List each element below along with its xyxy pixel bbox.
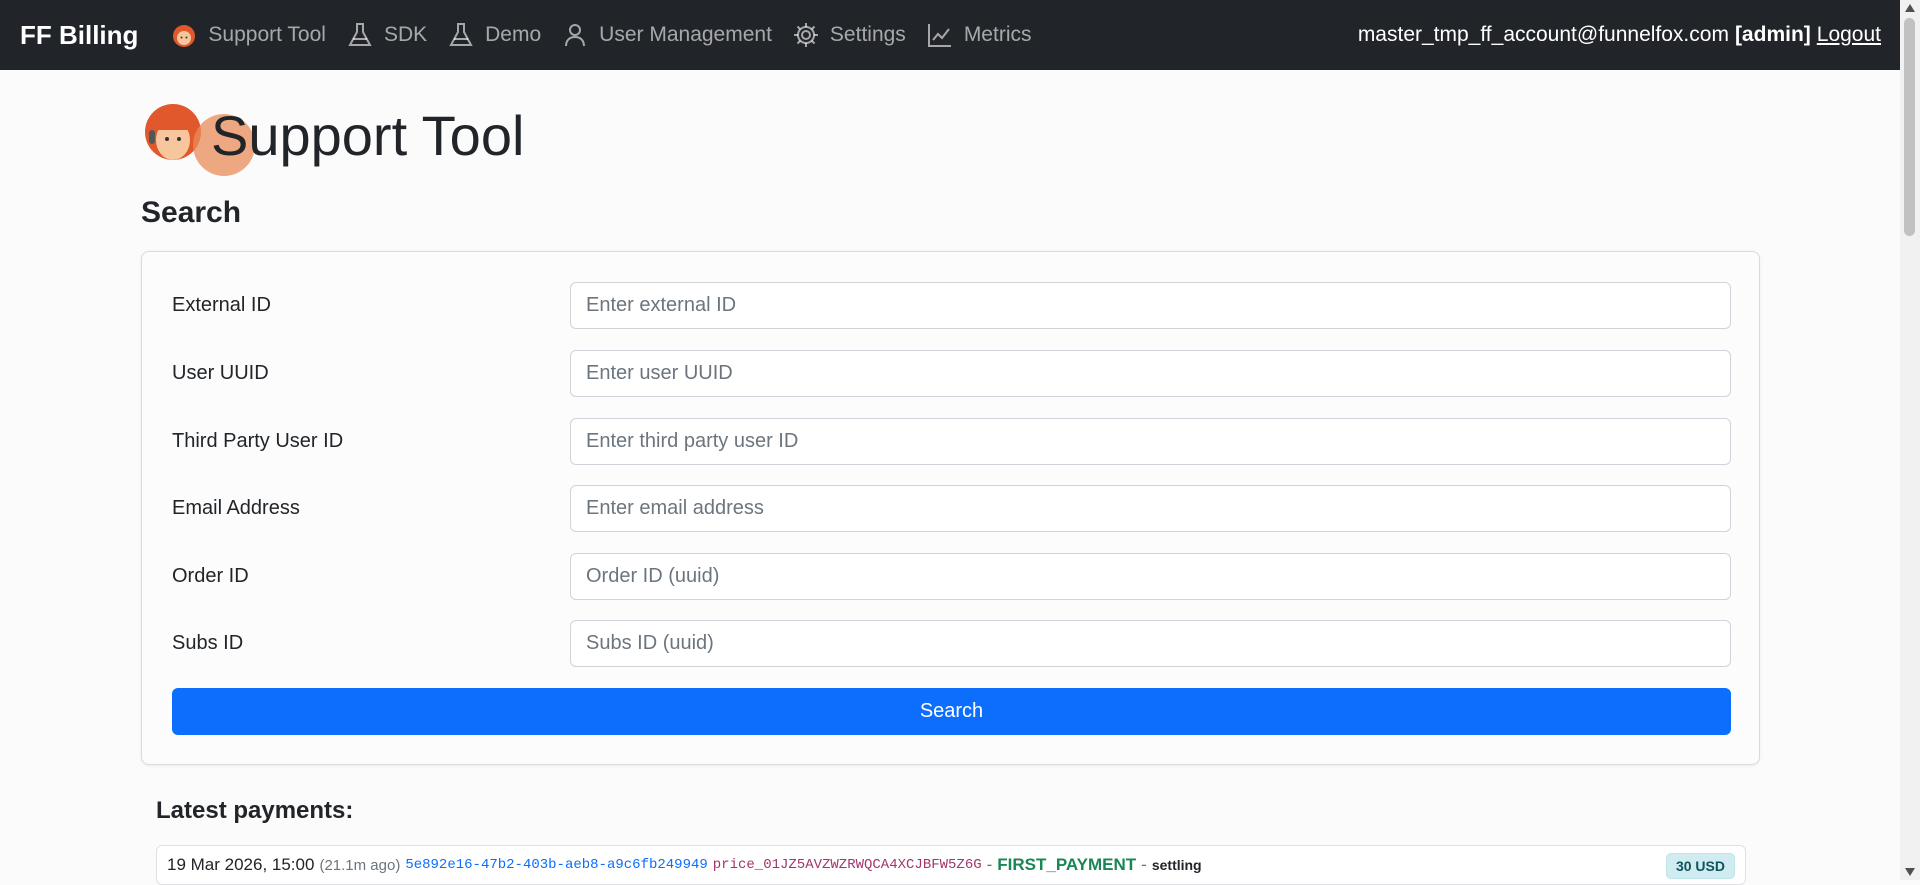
payment-id-link[interactable]: 5e892e16-47b2-403b-aeb8-a9c6fb249949: [405, 857, 707, 873]
payment-type: FIRST_PAYMENT: [997, 855, 1137, 874]
payment-separator: -: [986, 855, 993, 874]
logout-link[interactable]: Logout: [1817, 23, 1881, 47]
user-role: [admin]: [1734, 23, 1811, 46]
user-info: master_tmp_ff_account@funnelfox.com [adm…: [1358, 0, 1881, 70]
payment-list-item[interactable]: 19 Mar 2026, 15:00 (21.1m ago) 5e892e16-…: [156, 845, 1746, 885]
email-address-label: Email Address: [172, 497, 300, 519]
nav-item-metrics[interactable]: Metrics: [926, 21, 1032, 49]
brand-link[interactable]: FF Billing: [20, 20, 138, 51]
top-navbar: FF Billing Support Tool SDK Demo User Ma…: [0, 0, 1900, 70]
nav-item-label: User Management: [599, 23, 772, 46]
order-id-row: Order ID: [172, 553, 1731, 601]
nav-item-support-tool[interactable]: Support Tool: [170, 21, 326, 49]
search-section-title: Search: [141, 196, 242, 229]
email-address-input[interactable]: [570, 485, 1731, 532]
payment-separator: -: [1141, 855, 1147, 874]
gear-icon: [793, 23, 818, 47]
nav-item-label: Demo: [485, 23, 542, 46]
nav-item-label: Settings: [829, 23, 906, 46]
subs-id-label: Subs ID: [172, 632, 244, 654]
subs-id-row: Subs ID: [172, 620, 1731, 668]
external-id-row: External ID: [172, 282, 1731, 330]
support-agent-icon: [173, 25, 196, 47]
scroll-up-arrow-icon[interactable]: [1905, 4, 1915, 12]
user-uuid-input[interactable]: [570, 350, 1731, 397]
support-agent-icon: [141, 100, 255, 176]
nav-item-settings[interactable]: Settings: [792, 21, 906, 49]
user-email: master_tmp_ff_account@funnelfox.com: [1357, 23, 1729, 46]
person-icon: [565, 24, 586, 47]
nav-item-sdk[interactable]: SDK: [346, 21, 427, 49]
payment-ago: (21.1m ago): [319, 856, 401, 874]
payment-price-id: price_01JZ5AVZWZRWQCA4XCJBFW5Z6G: [712, 857, 982, 873]
third-party-user-id-label: Third Party User ID: [172, 430, 344, 452]
page-scrollbar[interactable]: [1900, 0, 1920, 880]
page-title: Support Tool: [211, 103, 525, 167]
user-uuid-label: User UUID: [172, 362, 269, 384]
search-card: External ID User UUID Third Party User I…: [141, 251, 1760, 765]
scroll-thumb[interactable]: [1904, 18, 1915, 236]
page-header: Support Tool: [141, 100, 525, 176]
nav-item-label: Metrics: [963, 23, 1032, 46]
email-address-row: Email Address: [172, 485, 1731, 533]
search-button[interactable]: Search: [172, 688, 1731, 735]
scroll-down-arrow-icon[interactable]: [1905, 868, 1915, 876]
order-id-label: Order ID: [172, 565, 249, 587]
nav-item-label: Support Tool: [208, 23, 326, 46]
latest-payments-title: Latest payments:: [156, 797, 354, 824]
chart-line-icon: [927, 24, 951, 47]
nav-item-user-management[interactable]: User Management: [561, 21, 772, 49]
external-id-input[interactable]: [570, 282, 1731, 329]
subs-id-input[interactable]: [570, 620, 1731, 667]
external-id-label: External ID: [172, 294, 271, 316]
flask-icon: [348, 23, 372, 46]
payment-status: settling: [1151, 857, 1202, 873]
order-id-input[interactable]: [570, 553, 1731, 600]
nav-item-label: SDK: [383, 23, 428, 46]
payment-date: 19 Mar 2026, 15:00: [167, 855, 315, 874]
flask-icon: [449, 23, 473, 46]
third-party-user-id-input[interactable]: [570, 418, 1731, 465]
user-uuid-row: User UUID: [172, 350, 1731, 398]
payment-amount-badge: 30 USD: [1665, 853, 1735, 879]
third-party-user-id-row: Third Party User ID: [172, 418, 1731, 466]
nav-item-demo[interactable]: Demo: [447, 21, 541, 49]
